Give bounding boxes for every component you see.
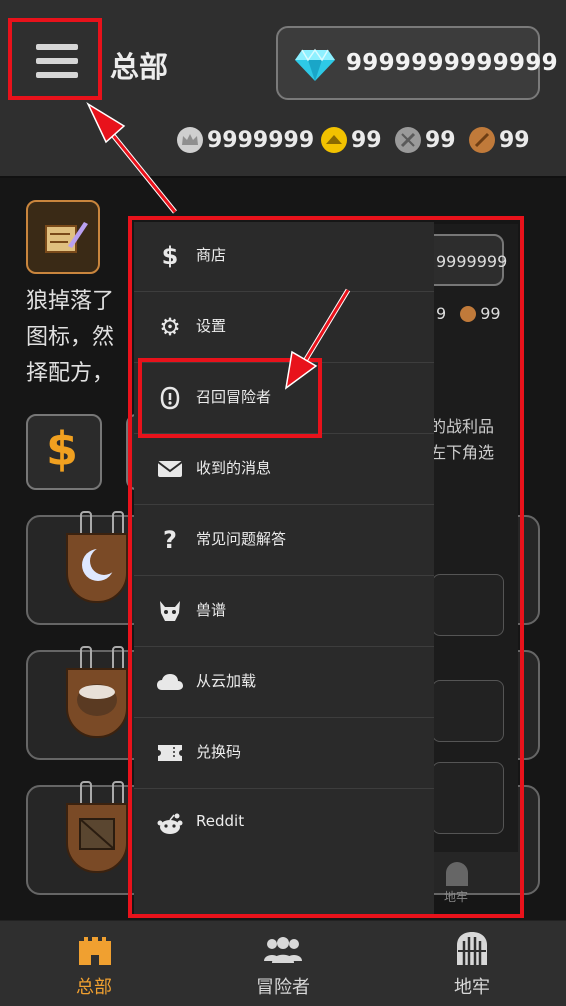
moon-sign-icon: [66, 533, 128, 603]
hamburger-menu-button[interactable]: [8, 18, 102, 100]
annotation-drawer-highlight: [128, 216, 524, 918]
dollar-icon: $: [46, 422, 79, 476]
crate-sign-icon: [66, 803, 128, 873]
app-header: 总部 9999999999999 9999999 99 99 99: [0, 0, 566, 178]
resource-value: 99: [499, 127, 530, 153]
bottom-navigation: 总部 冒险者 地牢: [0, 920, 566, 1006]
crown-coin-icon: [177, 127, 203, 153]
resource-gold: 99: [320, 124, 382, 156]
shop-shortcut-button[interactable]: $: [26, 414, 102, 490]
nav-tab-adventurers[interactable]: 冒险者: [189, 921, 377, 1006]
resource-value: 9999999: [207, 127, 315, 153]
gem-balance-button[interactable]: 9999999999999: [276, 26, 558, 100]
rock-sign-icon: [66, 668, 128, 738]
nav-tab-headquarters[interactable]: 总部: [0, 921, 188, 1006]
menu-bar: [36, 58, 78, 64]
diamond-icon: [295, 48, 335, 81]
quest-scroll-icon[interactable]: [26, 200, 100, 274]
resource-crown: 9999999: [176, 124, 314, 156]
nav-tab-dungeon[interactable]: 地牢: [378, 921, 566, 1006]
gem-count: 9999999999999: [346, 50, 558, 76]
people-icon: [264, 937, 302, 963]
nav-label: 总部: [76, 977, 112, 998]
resource-value: 99: [425, 127, 456, 153]
resource-bronze: 99: [468, 124, 530, 156]
silver-coin-icon: [395, 127, 421, 153]
resource-silver: 99: [394, 124, 456, 156]
menu-bar: [36, 44, 78, 50]
resource-value: 99: [351, 127, 382, 153]
menu-bar: [36, 72, 78, 78]
nav-label: 冒险者: [256, 977, 310, 998]
castle-icon: [79, 937, 111, 965]
bronze-coin-icon: [469, 127, 495, 153]
dungeon-gate-icon: [457, 932, 487, 965]
page-title: 总部: [110, 50, 169, 84]
gold-coin-icon: [321, 127, 347, 153]
scroll-quill-icon: [45, 222, 88, 253]
annotation-recall-highlight: [138, 358, 322, 438]
nav-label: 地牢: [454, 977, 490, 998]
